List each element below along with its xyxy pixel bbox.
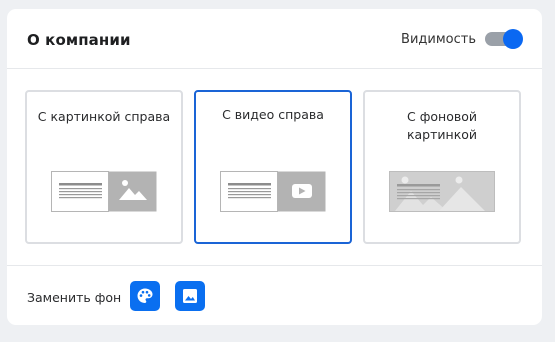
layout-card-background-image[interactable]: С фоновой картинкой (363, 90, 521, 244)
panel-header: О компании Видимость (7, 9, 542, 69)
about-company-panel: О компании Видимость С картинкой справа … (7, 9, 542, 325)
image-button[interactable] (175, 281, 205, 311)
visibility-toggle[interactable] (485, 29, 524, 49)
replace-background-label: Заменить фон (27, 290, 122, 305)
visibility-label: Видимость (401, 32, 476, 47)
palette-icon (137, 288, 153, 303)
section-title: О компании (27, 31, 131, 49)
palette-button[interactable] (130, 281, 160, 311)
background-image-preview-icon (389, 171, 495, 212)
image-icon (183, 289, 197, 303)
toggle-knob (503, 29, 523, 49)
video-right-preview-icon (220, 171, 326, 212)
layout-card-video-right[interactable]: С видео справа (194, 90, 352, 244)
image-right-preview-icon (51, 171, 157, 212)
layout-card-label: С фоновой картинкой (406, 109, 478, 142)
panel-footer: Заменить фон (7, 265, 542, 325)
layout-card-image-right[interactable]: С картинкой справа (25, 90, 183, 244)
layout-card-label: С картинкой справа (37, 109, 171, 124)
layout-card-label: С видео справа (222, 107, 324, 122)
